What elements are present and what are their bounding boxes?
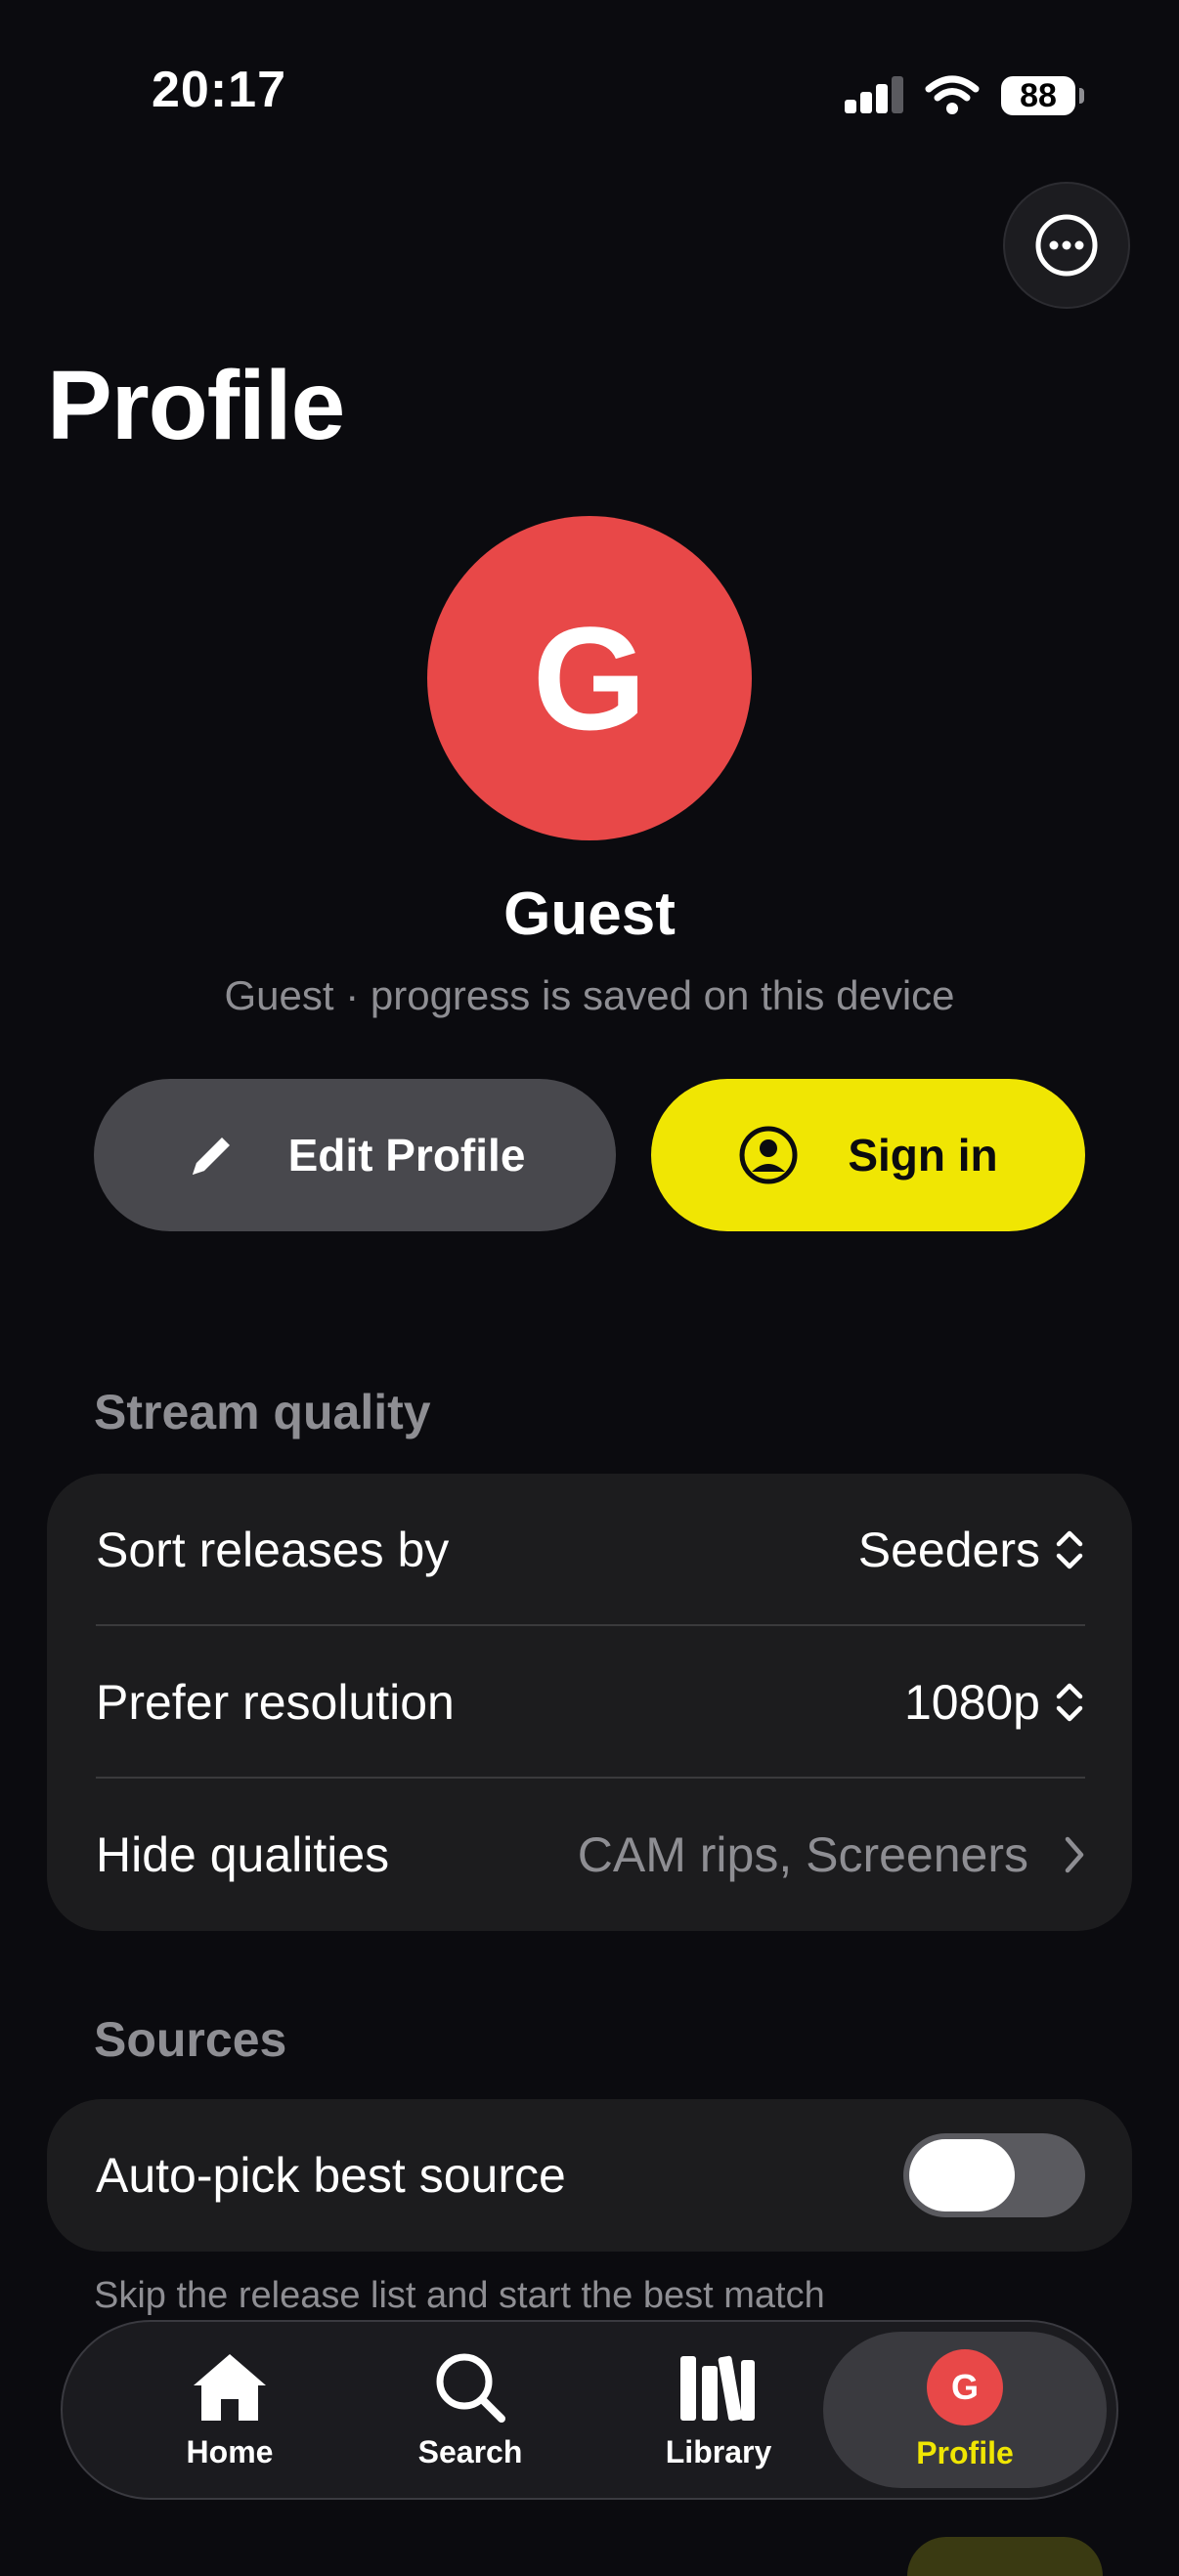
user-name: Guest [503,880,676,948]
prefer-resolution-select[interactable]: 1080p [904,1674,1085,1731]
chevron-right-icon [1065,1836,1084,1873]
hide-qualities-link[interactable]: CAM rips, Screeners [578,1826,1085,1883]
ellipsis-circle-icon [1035,214,1098,277]
tab-avatar-initial: G [950,2366,979,2407]
hide-qualities-label: Hide qualities [96,1827,390,1882]
sort-releases-row[interactable]: Sort releases by Seeders [47,1474,1132,1626]
sort-releases-select[interactable]: Seeders [858,1522,1085,1578]
more-options-button[interactable] [1003,182,1130,309]
prefer-resolution-value: 1080p [903,1675,1040,1730]
hide-qualities-value: CAM rips, Screeners [577,1827,1028,1882]
status-icons: 88 [843,68,1084,123]
pencil-icon [192,1138,230,1175]
sort-releases-label: Sort releases by [96,1523,450,1577]
sources-header: Sources [94,2012,287,2067]
wifi-icon [925,75,980,114]
status-time: 20:17 [152,62,286,118]
stream-quality-header: Stream quality [94,1385,431,1439]
battery-level: 88 [1020,76,1057,114]
sort-releases-value: Seeders [857,1523,1040,1577]
sign-in-label: Sign in [848,1130,998,1181]
auto-pick-helper: Skip the release list and start the best… [94,2275,825,2316]
scrolled-toggle-edge [907,2537,1103,2576]
avatar-initial: G [532,595,647,760]
tab-bar: Home Search Library G Profile [61,2320,1118,2500]
avatar[interactable]: G [427,516,752,840]
tab-home[interactable]: Home [108,2332,352,2488]
person-circle-icon [739,1126,798,1184]
battery-indicator: 88 [1001,76,1084,115]
cellular-signal-icon [845,76,903,113]
tab-profile-label: Profile [916,2434,1014,2470]
toggle-knob [909,2139,1015,2211]
hide-qualities-row[interactable]: Hide qualities CAM rips, Screeners [47,1779,1132,1931]
tab-search[interactable]: Search [348,2332,592,2488]
edit-profile-button[interactable]: Edit Profile [94,1079,616,1231]
tab-profile[interactable]: G Profile [823,2332,1107,2488]
stream-quality-card: Sort releases by Seeders Prefer resoluti… [47,1474,1132,1931]
sign-in-button[interactable]: Sign in [651,1079,1085,1231]
user-subtitle: Guest · progress is saved on this device [224,972,955,1018]
library-icon [680,2355,755,2421]
edit-profile-label: Edit Profile [287,1130,526,1181]
page-title: Profile [47,351,345,460]
home-icon [194,2353,266,2421]
tab-library-label: Library [665,2433,772,2469]
auto-pick-label: Auto-pick best source [96,2148,566,2203]
auto-pick-toggle[interactable] [903,2133,1085,2217]
avatar: G [927,2348,1003,2426]
search-icon [436,2353,505,2423]
prefer-resolution-label: Prefer resolution [96,1675,455,1730]
auto-pick-row: Auto-pick best source [47,2099,1132,2252]
tab-home-label: Home [186,2433,274,2469]
chevron-up-down-icon [1056,1683,1083,1722]
chevron-up-down-icon [1056,1530,1083,1569]
tab-library[interactable]: Library [596,2332,841,2488]
tab-search-label: Search [417,2433,523,2469]
prefer-resolution-row[interactable]: Prefer resolution 1080p [47,1626,1132,1779]
sources-card: Auto-pick best source [47,2099,1132,2252]
